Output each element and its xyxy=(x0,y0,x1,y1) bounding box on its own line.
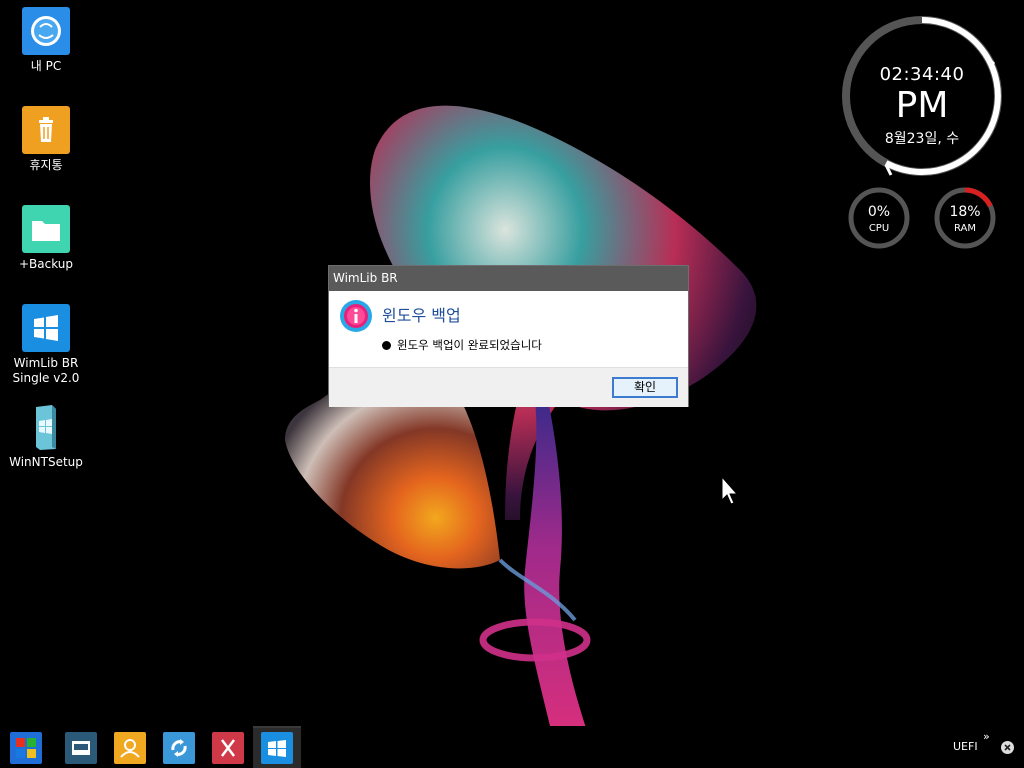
clock-gadget: 02:34:40 PM 8월23일, 수 0% CPU 18% RAM xyxy=(836,10,1008,260)
windows-logo-icon xyxy=(268,740,286,757)
clock-date: 8월23일, 수 xyxy=(884,131,960,147)
cpu-meter-value: 0% xyxy=(867,204,891,220)
setup-book-icon xyxy=(22,403,70,451)
ram-meter-label: RAM xyxy=(953,223,976,234)
user-icon xyxy=(120,739,140,758)
info-icon xyxy=(340,300,372,332)
desktop-icon-label: WinNTSetup xyxy=(9,455,83,469)
desktop-icon-label: WimLib BR Single v2.0 xyxy=(12,356,80,385)
taskbar-app-wimlib[interactable] xyxy=(261,732,293,764)
bullet-icon xyxy=(382,341,391,350)
dialog-titlebar[interactable]: WimLib BR xyxy=(329,266,688,291)
refresh-icon xyxy=(171,739,187,757)
clock-ampm: PM xyxy=(895,85,949,126)
start-button[interactable] xyxy=(10,732,42,764)
console-window-icon xyxy=(72,741,90,755)
taskbar-app-x[interactable] xyxy=(212,732,244,764)
dialog-body: 윈도우 백업 윈도우 백업이 완료되었습니다 xyxy=(329,291,688,367)
desktop-icon-label: 내 PC xyxy=(30,59,62,73)
dialog-heading: 윈도우 백업 xyxy=(382,306,461,325)
desktop-icon-my-pc[interactable]: 내 PC xyxy=(0,7,92,74)
close-icon[interactable] xyxy=(1001,741,1014,754)
desktop-icon-recycle-bin[interactable]: 휴지통 xyxy=(0,106,92,173)
x-app-icon xyxy=(221,739,235,757)
taskbar-app-console[interactable] xyxy=(65,732,97,764)
windows-logo-icon xyxy=(22,304,70,352)
taskbar: UEFI » xyxy=(0,726,1024,768)
trash-icon xyxy=(22,106,70,154)
taskbar-app-refresh[interactable] xyxy=(163,732,195,764)
message-dialog: WimLib BR 윈도우 백업 윈도우 백업이 완료되었습니다 확인 xyxy=(328,265,689,407)
ok-button[interactable]: 확인 xyxy=(612,377,678,398)
desktop-icon-label: +Backup xyxy=(18,257,74,271)
folder-icon xyxy=(22,205,70,253)
cpu-meter-label: CPU xyxy=(868,223,890,234)
tray-expand-icon[interactable]: » xyxy=(983,730,990,743)
mouse-cursor-icon xyxy=(721,476,739,505)
desktop: 내 PC 휴지통 +Backup WimLib BR Single v2.0 W… xyxy=(0,0,1024,768)
ram-meter-value: 18% xyxy=(949,204,981,220)
start-tiles-icon xyxy=(16,738,36,758)
finder-face-icon xyxy=(22,7,70,55)
desktop-icon-backup-folder[interactable]: +Backup xyxy=(0,205,92,272)
taskbar-app-user[interactable] xyxy=(114,732,146,764)
desktop-icon-winntsetup[interactable]: WinNTSetup xyxy=(0,403,92,470)
dialog-title: WimLib BR xyxy=(333,271,398,285)
tray-boot-mode: UEFI xyxy=(953,740,978,753)
dialog-message: 윈도우 백업이 완료되었습니다 xyxy=(382,337,542,353)
dialog-footer: 확인 xyxy=(329,367,688,407)
clock-time: 02:34:40 xyxy=(879,64,965,85)
desktop-icon-label: 휴지통 xyxy=(29,158,63,172)
desktop-icon-wimlib-br[interactable]: WimLib BR Single v2.0 xyxy=(0,304,92,386)
dialog-message-text: 윈도우 백업이 완료되었습니다 xyxy=(397,338,542,352)
